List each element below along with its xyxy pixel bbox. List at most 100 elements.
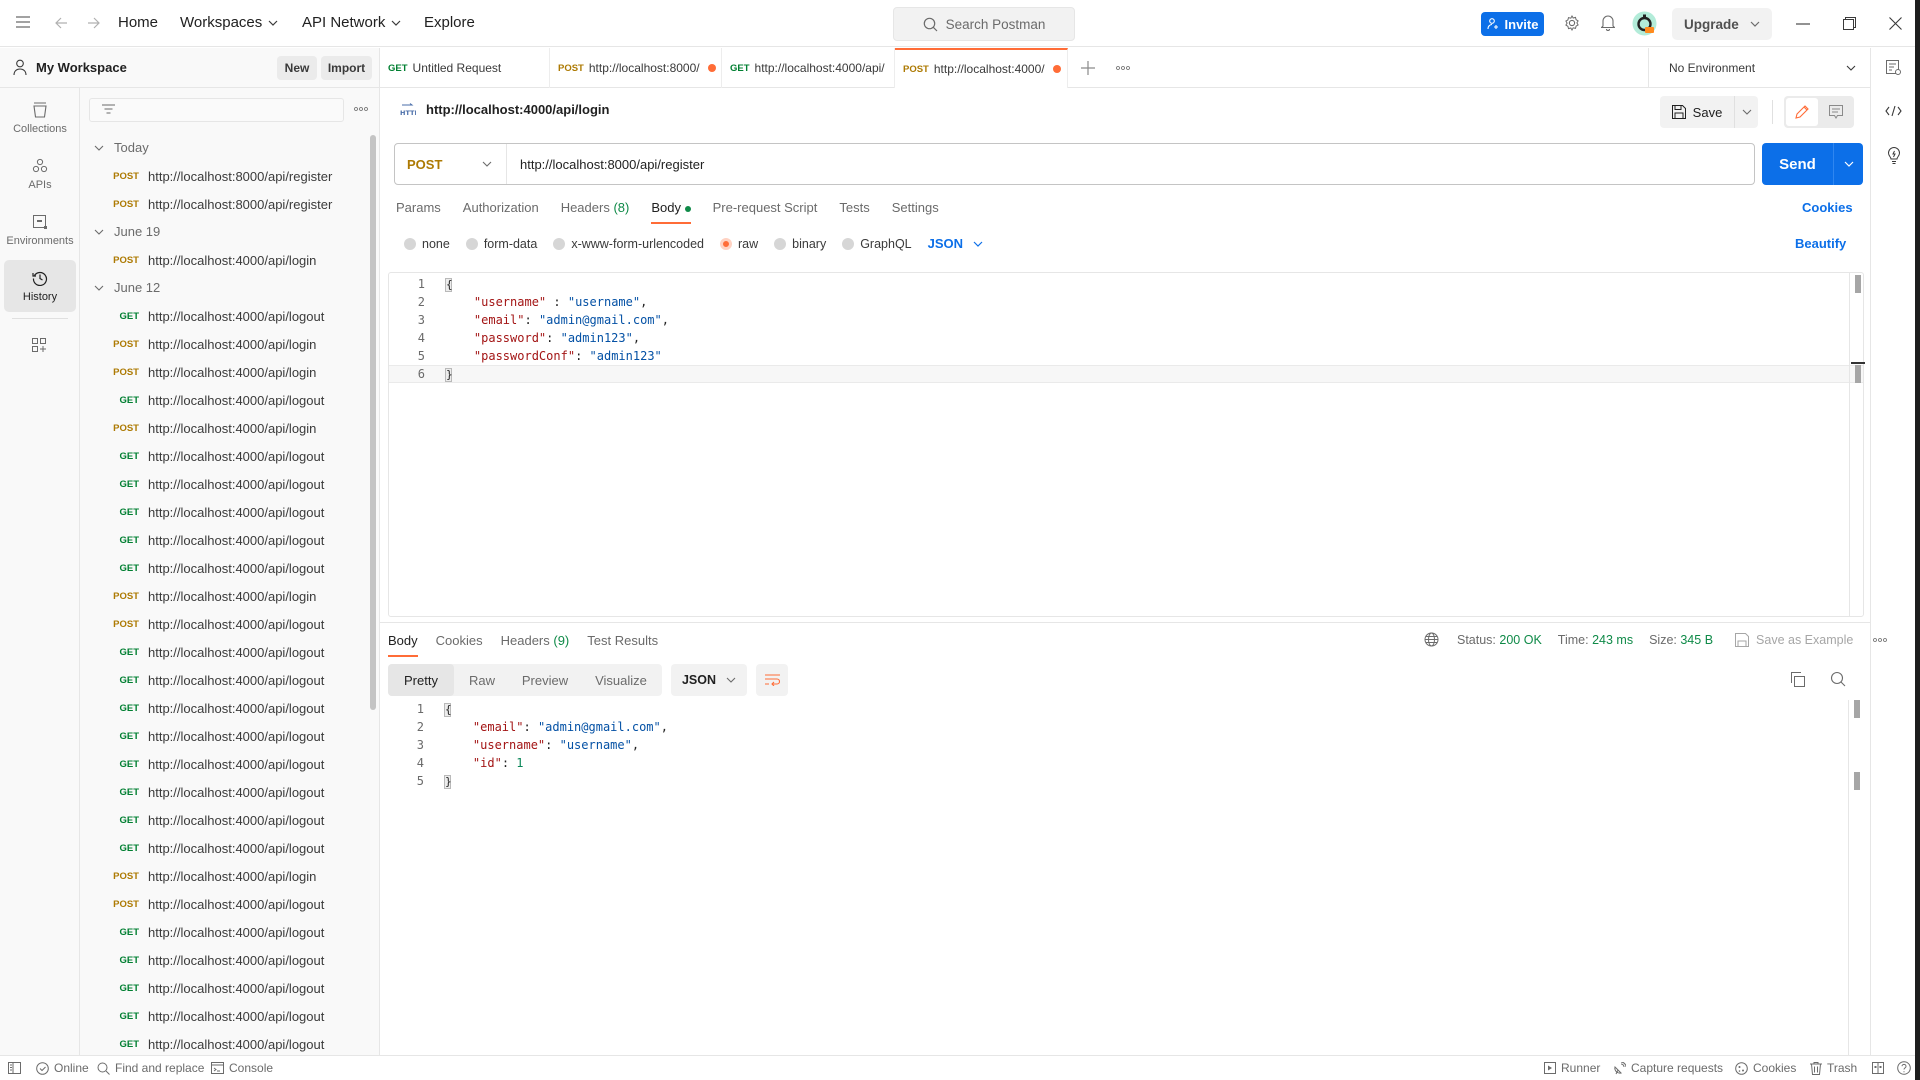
time-readout[interactable]: Time: 243 ms (1558, 633, 1633, 647)
capture-requests-button[interactable]: Capture requests (1613, 1061, 1723, 1075)
body-type-raw[interactable]: raw (720, 237, 758, 251)
history-item[interactable]: GET http://localhost:4000/api/logout (80, 974, 365, 1002)
request-tab[interactable]: GET http://localhost:4000/api/ (722, 48, 895, 88)
configure-workbench-icon[interactable] (32, 338, 47, 353)
history-item[interactable]: GET http://localhost:4000/api/logout (80, 1002, 365, 1030)
nav-workspaces[interactable]: Workspaces (180, 14, 278, 31)
request-tab[interactable]: GET Untitled Request (380, 48, 550, 88)
history-item[interactable]: POST http://localhost:4000/api/login (80, 862, 365, 890)
toggle-sidebar-icon[interactable] (8, 1062, 21, 1074)
response-tab-body[interactable]: Body (388, 633, 418, 657)
cookies-button[interactable]: Cookies (1735, 1061, 1796, 1075)
nav-explore[interactable]: Explore (424, 14, 475, 31)
copy-icon[interactable] (1791, 672, 1805, 687)
edit-mode-button[interactable] (1786, 98, 1818, 126)
request-title-text[interactable]: http://localhost:4000/api/login (426, 102, 609, 117)
size-readout[interactable]: Size: 345 B (1649, 633, 1713, 647)
beautify-link[interactable]: Beautify (1795, 236, 1846, 251)
sidebar-item-collections[interactable]: Collections (4, 92, 76, 144)
request-tab[interactable]: POST http://localhost:8000/ (550, 48, 722, 88)
online-status[interactable]: Online (36, 1061, 89, 1075)
comments-mode-button[interactable] (1820, 98, 1852, 126)
history-filter-input[interactable] (89, 98, 344, 122)
menu-icon[interactable] (16, 16, 30, 28)
send-options-button[interactable] (1833, 143, 1863, 185)
format-preview[interactable]: Preview (510, 664, 580, 696)
more-options-icon[interactable] (354, 107, 368, 111)
history-item[interactable]: POST http://localhost:4000/api/logout (80, 890, 365, 918)
body-type-none[interactable]: none (404, 237, 450, 251)
history-item[interactable]: GET http://localhost:4000/api/logout (80, 666, 365, 694)
body-type-binary[interactable]: binary (774, 237, 826, 251)
body-type-graphql[interactable]: GraphQL (842, 237, 912, 251)
history-item[interactable]: GET http://localhost:4000/api/logout (80, 806, 365, 834)
tab-headers[interactable]: Headers (8) (561, 200, 630, 224)
tab-settings[interactable]: Settings (892, 200, 939, 224)
notifications-bell-icon[interactable] (1601, 14, 1615, 31)
save-button[interactable]: Save (1660, 96, 1734, 128)
history-item[interactable]: GET http://localhost:4000/api/logout (80, 302, 365, 330)
tab-authorization[interactable]: Authorization (463, 200, 539, 224)
search-postman-input[interactable]: Search Postman (893, 7, 1075, 41)
environment-select[interactable]: No Environment (1648, 48, 1870, 88)
response-options-icon[interactable] (1873, 637, 1888, 642)
history-item[interactable]: GET http://localhost:4000/api/logout (80, 834, 365, 862)
settings-gear-icon[interactable] (1564, 15, 1580, 31)
close-window-icon[interactable] (1889, 17, 1902, 30)
history-item[interactable]: GET http://localhost:4000/api/logout (80, 554, 365, 582)
method-select[interactable]: POST (395, 144, 507, 184)
sidebar-item-environments[interactable]: Environments (4, 204, 76, 256)
format-pretty[interactable]: Pretty (388, 664, 454, 696)
body-type-form-data[interactable]: form-data (465, 237, 537, 251)
history-item[interactable]: GET http://localhost:4000/api/logout (80, 722, 365, 750)
back-arrow-icon[interactable] (55, 17, 68, 29)
response-scrollbar[interactable] (1854, 700, 1860, 718)
save-options-button[interactable] (1734, 96, 1758, 128)
tab-pre-request-script[interactable]: Pre-request Script (713, 200, 818, 224)
environment-quick-look-icon[interactable] (1886, 60, 1902, 76)
history-group-header[interactable]: June 19 (94, 224, 160, 239)
format-raw[interactable]: Raw (454, 664, 510, 696)
invite-button[interactable]: Invite (1481, 12, 1544, 36)
body-language-select[interactable]: JSON (928, 236, 983, 251)
import-button[interactable]: Import (321, 56, 372, 80)
response-body-viewer[interactable]: 1{2 "email": "admin@gmail.com", 3 "userna… (388, 700, 1864, 1055)
sidebar-item-apis[interactable]: APIs (4, 148, 76, 200)
history-item[interactable]: POST http://localhost:8000/api/register (80, 162, 365, 190)
history-item[interactable]: POST http://localhost:4000/api/login (80, 330, 365, 358)
history-item[interactable]: GET http://localhost:4000/api/logout (80, 694, 365, 722)
editor-scrollbar[interactable] (1855, 275, 1861, 293)
response-language-select[interactable]: JSON (671, 664, 747, 696)
user-avatar[interactable] (1632, 11, 1657, 36)
history-item[interactable]: GET http://localhost:4000/api/logout (80, 526, 365, 554)
two-pane-view-icon[interactable] (1872, 1062, 1884, 1074)
history-item[interactable]: GET http://localhost:4000/api/logout (80, 442, 365, 470)
response-tab-test-results[interactable]: Test Results (587, 633, 658, 657)
trash-button[interactable]: Trash (1810, 1061, 1857, 1075)
history-scrollbar[interactable] (370, 135, 376, 710)
history-item[interactable]: POST http://localhost:4000/api/login (80, 582, 365, 610)
tab-tests[interactable]: Tests (839, 200, 869, 224)
response-tab-cookies[interactable]: Cookies (436, 633, 483, 657)
nav-home[interactable]: Home (118, 14, 158, 31)
find-and-replace-button[interactable]: Find and replace (97, 1061, 204, 1075)
save-as-example-button[interactable]: Save as Example (1735, 632, 1853, 647)
history-item[interactable]: POST http://localhost:4000/api/login (80, 246, 365, 274)
minimize-window-icon[interactable] (1796, 23, 1810, 25)
send-button[interactable]: Send (1762, 143, 1833, 185)
cookies-link[interactable]: Cookies (1802, 200, 1853, 215)
body-type-urlencoded[interactable]: x-www-form-urlencoded (553, 237, 704, 251)
tab-options-icon[interactable] (1116, 66, 1130, 70)
history-item[interactable]: GET http://localhost:4000/api/logout (80, 918, 365, 946)
restore-window-icon[interactable] (1843, 17, 1856, 30)
history-group-header[interactable]: Today (94, 140, 149, 155)
upgrade-button[interactable]: Upgrade (1672, 8, 1772, 40)
url-input[interactable] (507, 144, 1754, 184)
runner-button[interactable]: Runner (1544, 1061, 1600, 1075)
history-item[interactable]: GET http://localhost:4000/api/logout (80, 750, 365, 778)
status-readout[interactable]: Status: 200 OK (1457, 633, 1542, 647)
history-item[interactable]: GET http://localhost:4000/api/logout (80, 778, 365, 806)
history-item[interactable]: GET http://localhost:4000/api/logout (80, 946, 365, 974)
response-divider[interactable] (380, 622, 1870, 623)
forward-arrow-icon[interactable] (87, 17, 100, 29)
